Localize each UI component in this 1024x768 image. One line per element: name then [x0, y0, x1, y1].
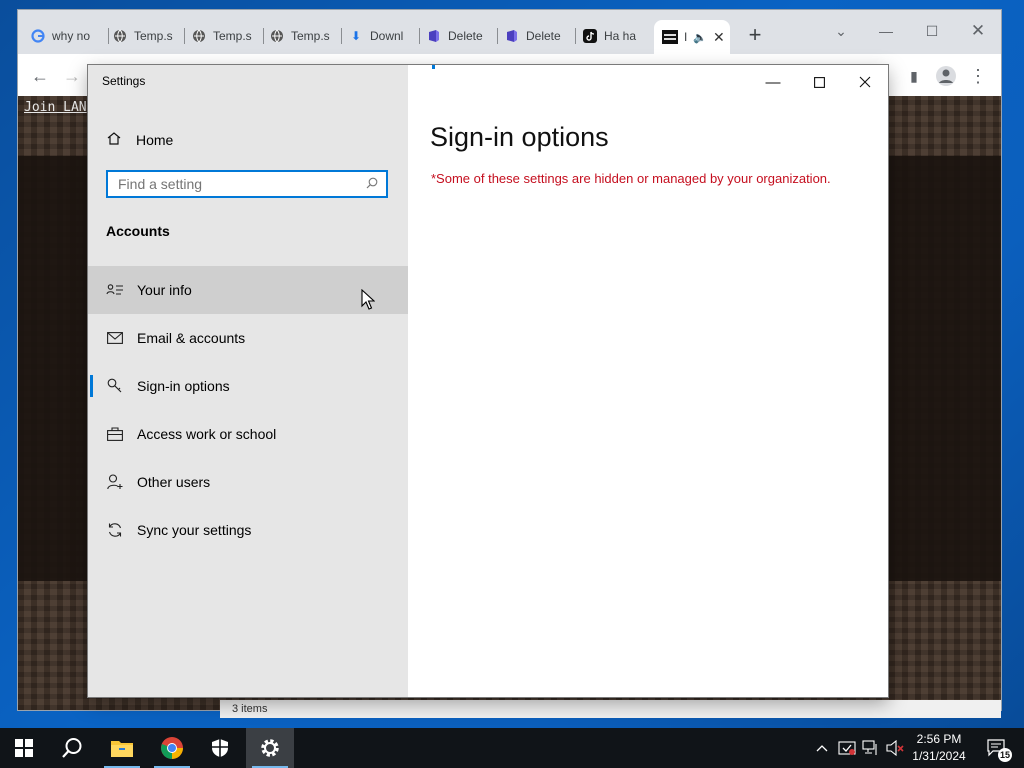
chrome-icon[interactable] — [148, 728, 196, 768]
file-icon — [426, 28, 442, 44]
nav-item-sync-settings[interactable]: Sync your settings — [88, 506, 408, 554]
notification-badge: 15 — [998, 748, 1012, 762]
search-input[interactable] — [116, 175, 360, 193]
search-icon[interactable] — [48, 728, 96, 768]
profile-avatar-icon[interactable] — [932, 62, 960, 90]
forward-arrow-icon[interactable]: → — [58, 62, 86, 90]
shield-tray-icon[interactable] — [836, 728, 858, 768]
sync-icon — [106, 522, 124, 538]
minimize-icon[interactable]: — — [750, 69, 796, 95]
home-nav-item[interactable]: Home — [88, 123, 408, 157]
globe-icon — [269, 28, 285, 44]
settings-main-pane: — Sign-in options *Some of these setting… — [408, 65, 888, 697]
browser-tab[interactable]: Temp.s — [191, 22, 261, 50]
status-text: 3 items — [232, 703, 268, 715]
loading-indicator — [432, 65, 435, 69]
tab-label: Ha ha — [604, 29, 637, 43]
browser-tab[interactable]: why no — [30, 22, 108, 50]
mail-icon — [106, 332, 124, 344]
browser-tab-active[interactable]: I 🔈 ✕ — [654, 20, 730, 54]
back-arrow-icon[interactable]: ← — [26, 62, 54, 90]
start-icon[interactable] — [0, 728, 48, 768]
search-icon — [366, 177, 378, 192]
nav-label: Email & accounts — [137, 330, 246, 346]
file-icon — [504, 28, 520, 44]
volume-muted-icon[interactable] — [884, 728, 906, 768]
browser-tab[interactable]: Temp.s — [269, 22, 339, 50]
tab-label: I — [684, 30, 688, 44]
globe-icon — [191, 28, 207, 44]
google-g-icon — [30, 28, 46, 44]
home-icon — [106, 130, 122, 150]
explorer-status-bar: 3 items — [220, 700, 1001, 718]
browser-tab[interactable]: ⬇ Downl — [348, 22, 418, 50]
globe-icon — [112, 28, 128, 44]
clock-date: 1/31/2024 — [912, 749, 966, 763]
nav-label: Access work or school — [137, 426, 277, 442]
join-lan-link[interactable]: Join LAN — [24, 100, 87, 115]
browser-tab[interactable]: Temp.s — [112, 22, 182, 50]
browser-tab[interactable]: Ha ha — [582, 22, 652, 50]
tab-label: Temp.s — [291, 29, 330, 43]
action-center-icon[interactable]: 15 — [980, 728, 1014, 768]
search-box[interactable] — [106, 170, 388, 198]
briefcase-icon — [106, 427, 124, 441]
tab-label: Temp.s — [134, 29, 173, 43]
browser-tab[interactable]: Delete — [504, 22, 574, 50]
browser-tab[interactable]: Delete — [426, 22, 496, 50]
managed-warning: *Some of these settings are hidden or ma… — [431, 171, 831, 186]
tab-label: why no — [52, 29, 91, 43]
settings-icon[interactable] — [246, 728, 294, 768]
maximize-icon[interactable] — [796, 69, 842, 95]
selection-indicator — [90, 375, 93, 397]
tab-search-icon[interactable]: ⌄ — [818, 18, 864, 44]
close-icon[interactable]: ✕ — [955, 18, 1001, 44]
home-label: Home — [136, 132, 174, 148]
window-title: Settings — [102, 74, 146, 88]
nav-label: Your info — [137, 282, 192, 298]
minecraft-icon — [662, 29, 678, 45]
settings-sidebar: Settings Home Accounts Your info Email & — [88, 65, 408, 697]
tiktok-icon — [582, 28, 598, 44]
section-heading: Accounts — [106, 223, 170, 239]
tab-label: Downl — [370, 29, 404, 43]
file-explorer-icon[interactable] — [98, 728, 146, 768]
nav-item-email-accounts[interactable]: Email & accounts — [88, 314, 408, 362]
minimize-icon[interactable]: — — [863, 18, 909, 44]
nav-label: Other users — [137, 474, 211, 490]
download-icon: ⬇ — [350, 29, 362, 43]
tab-label: Delete — [448, 29, 483, 43]
close-icon[interactable] — [842, 69, 888, 95]
settings-window: Settings Home Accounts Your info Email & — [88, 65, 888, 697]
tab-strip: why no Temp.s Temp.s Temp.s ⬇ Downl Dele… — [18, 10, 1001, 54]
side-panel-icon[interactable]: ▮ — [900, 62, 928, 90]
tab-label: Temp.s — [213, 29, 252, 43]
key-icon — [106, 378, 124, 394]
nav-label: Sync your settings — [137, 522, 252, 538]
windows-security-icon[interactable] — [196, 728, 244, 768]
nav-item-sign-in-options[interactable]: Sign-in options — [88, 362, 408, 410]
page-title: Sign-in options — [430, 122, 609, 152]
person-card-icon — [106, 283, 124, 297]
maximize-icon[interactable]: ☐ — [909, 18, 955, 44]
close-tab-icon[interactable]: ✕ — [713, 29, 725, 46]
speaker-icon[interactable]: 🔈 — [693, 31, 707, 44]
system-clock[interactable]: 2:56 PM 1/31/2024 — [904, 731, 974, 765]
nav-item-access-work[interactable]: Access work or school — [88, 410, 408, 458]
add-person-icon — [106, 474, 124, 490]
taskbar: 2:56 PM 1/31/2024 15 — [0, 728, 1024, 768]
nav-label: Sign-in options — [137, 378, 230, 394]
menu-dots-icon[interactable]: ⋮ — [964, 62, 992, 90]
nav-item-other-users[interactable]: Other users — [88, 458, 408, 506]
new-tab-button[interactable]: + — [742, 22, 768, 48]
tab-label: Delete — [526, 29, 561, 43]
chevron-up-icon[interactable] — [812, 728, 832, 768]
network-icon[interactable] — [860, 728, 882, 768]
nav-item-your-info[interactable]: Your info — [88, 266, 408, 314]
clock-time: 2:56 PM — [916, 732, 962, 746]
